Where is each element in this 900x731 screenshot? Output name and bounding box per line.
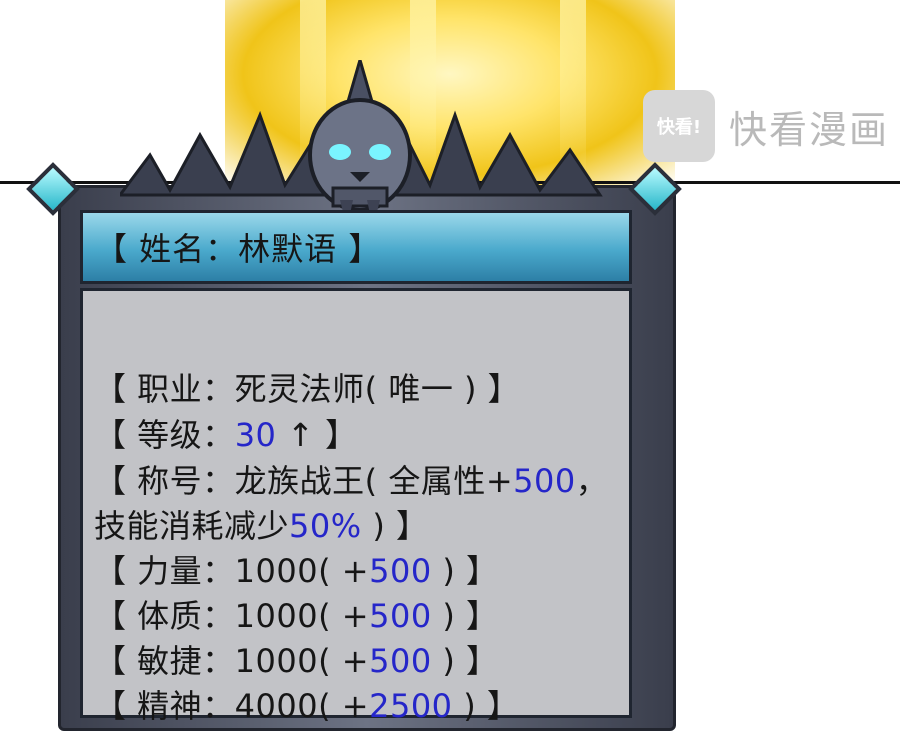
stat-text: 【 敏捷：1000( + [94, 642, 370, 680]
stat-line-level: 【 等级：30 ↑ 】 [94, 413, 358, 457]
stat-line-strength: 【 力量：1000( +500 ) 】 [94, 549, 499, 593]
watermark: 快看! 快看漫画 [643, 90, 889, 162]
stat-value: 2500 [369, 687, 453, 725]
stat-text: ， [575, 462, 609, 500]
stat-value: 500 [369, 597, 432, 635]
name-header: 【 姓名：林默语 】 [80, 210, 632, 284]
name-label: 【 姓名：林默语 】 [95, 230, 382, 268]
stat-line-constitution: 【 体质：1000( +500 ) 】 [94, 594, 499, 638]
skull-icon [308, 60, 412, 228]
watermark-brand: 快看漫画 [729, 107, 890, 152]
stat-text: 【 职业：死灵法师( 唯一 ) 】 [94, 370, 521, 408]
stat-value: 500 [369, 642, 432, 680]
stat-value: 30 [234, 416, 277, 454]
stat-text: ) 】 [431, 552, 499, 590]
stat-line-spirit: 【 精神：4000( +2500 ) 】 [94, 684, 519, 728]
stat-text: ) 】 [431, 597, 499, 635]
stat-text: 【 等级： [94, 416, 235, 454]
stat-line-title: 【 称号：龙族战王( 全属性+500， [94, 459, 608, 503]
stat-line-title-cont: 技能消耗减少50% ) 】 [94, 504, 428, 548]
kuaikan-logo-icon: 快看! [643, 90, 715, 162]
stat-value: 500 [369, 552, 432, 590]
stat-text: 【 体质：1000( + [94, 597, 370, 635]
stat-line-job: 【 职业：死灵法师( 唯一 ) 】 [94, 367, 520, 411]
stat-line-agility: 【 敏捷：1000( +500 ) 】 [94, 639, 499, 683]
stat-value: 500 [513, 462, 576, 500]
stat-text: ) 】 [452, 687, 520, 725]
stat-text: 【 力量：1000( + [94, 552, 370, 590]
stat-text: 【 称号：龙族战王( 全属性+ [94, 462, 514, 500]
stat-text: ) 】 [431, 642, 499, 680]
stat-text: ) 】 [361, 507, 429, 545]
stat-text: ↑ 】 [276, 416, 358, 454]
stat-text: 【 精神：4000( + [94, 687, 370, 725]
stat-text: 技能消耗减少 [94, 507, 290, 545]
stat-value: 50% [289, 507, 362, 545]
